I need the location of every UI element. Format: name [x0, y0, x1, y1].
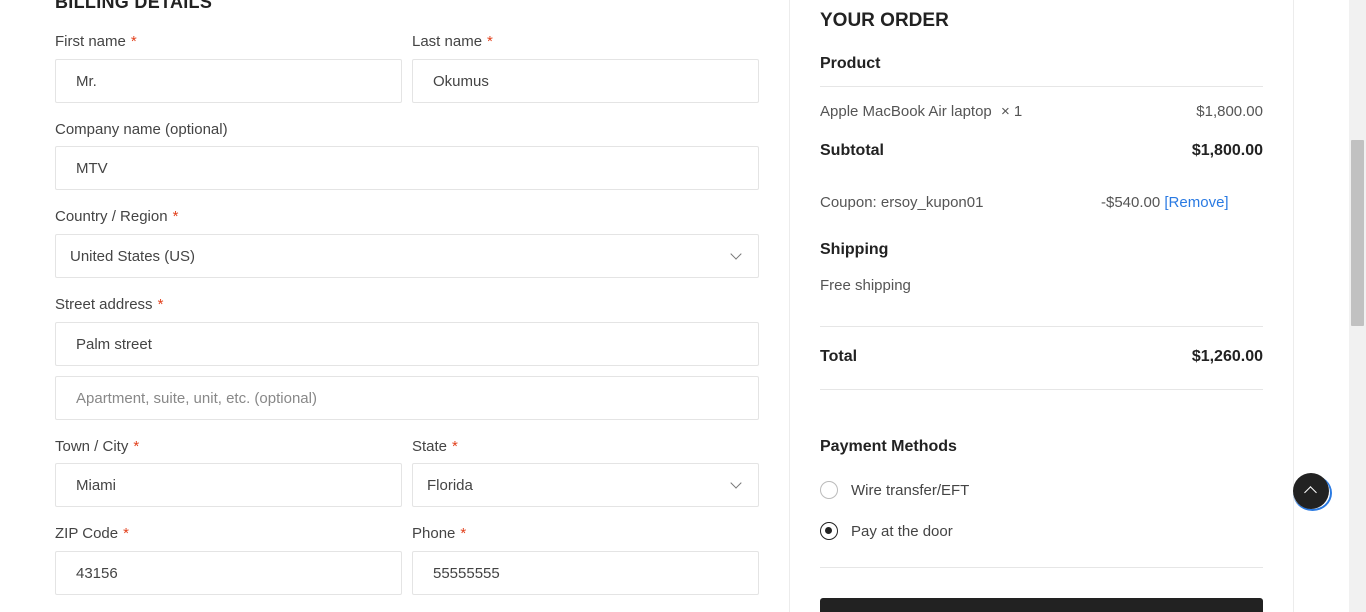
street-address-label: Street address *	[55, 296, 163, 313]
order-item-qty: × 1	[1000, 103, 1023, 120]
state-select-value: Florida	[427, 476, 473, 494]
company-name-input[interactable]	[55, 146, 759, 190]
zip-label-text: ZIP Code	[55, 525, 119, 542]
order-item: Apple MacBook Air laptop × 1	[820, 103, 1022, 120]
payment-option-label: Wire transfer/EFT	[851, 481, 970, 499]
city-label-text: Town / City	[55, 438, 129, 455]
country-label: Country / Region *	[55, 208, 178, 225]
scrollbar-thumb[interactable]	[1351, 140, 1364, 326]
shipping-value: Free shipping	[820, 277, 911, 294]
coupon-label: Coupon: ersoy_kupon01	[820, 194, 984, 211]
chevron-down-icon	[730, 476, 742, 489]
company-name-label: Company name (optional)	[55, 121, 228, 138]
divider	[820, 567, 1263, 568]
state-label-text: State	[412, 438, 448, 455]
back-to-top-button[interactable]	[1293, 473, 1329, 509]
last-name-label-text: Last name	[412, 33, 483, 50]
coupon-discount: -$540.00	[1101, 194, 1161, 211]
required-mark: *	[460, 525, 467, 542]
order-item-price: $1,800.00	[1196, 103, 1263, 120]
payment-methods-title: Payment Methods	[820, 438, 957, 455]
divider	[820, 326, 1263, 327]
radio-checked[interactable]	[820, 522, 838, 540]
required-mark: *	[487, 33, 493, 50]
city-input[interactable]	[55, 463, 402, 507]
last-name-input[interactable]	[412, 59, 759, 103]
phone-input[interactable]	[412, 551, 759, 595]
coupon-row-value: -$540.00 [Remove]	[1101, 194, 1229, 211]
required-mark: *	[157, 296, 164, 313]
first-name-input[interactable]	[55, 59, 402, 103]
zip-label: ZIP Code *	[55, 525, 129, 542]
subtotal-value: $1,800.00	[1191, 142, 1263, 159]
last-name-label: Last name *	[412, 33, 493, 50]
required-mark: *	[172, 208, 179, 225]
radio-unchecked[interactable]	[820, 481, 838, 499]
street-address-input[interactable]	[55, 322, 759, 366]
state-select[interactable]: Florida	[412, 463, 759, 507]
product-header: Product	[820, 55, 881, 72]
country-select-value: United States (US)	[70, 247, 196, 265]
divider	[820, 389, 1263, 390]
payment-option-pay-at-door[interactable]: Pay at the door	[820, 522, 953, 540]
shipping-label: Shipping	[820, 241, 889, 258]
first-name-label-text: First name	[55, 33, 126, 50]
remove-coupon-link[interactable]: [Remove]	[1164, 194, 1228, 211]
order-item-name: Apple MacBook Air laptop	[820, 103, 992, 120]
required-mark: *	[130, 33, 137, 50]
order-summary-panel	[789, 0, 1294, 612]
country-label-text: Country / Region	[55, 208, 168, 225]
phone-label-text: Phone	[412, 525, 456, 542]
divider	[820, 86, 1263, 87]
required-mark: *	[123, 525, 129, 542]
chevron-down-icon	[730, 247, 742, 260]
city-label: Town / City *	[55, 438, 139, 455]
state-label: State *	[412, 438, 458, 455]
payment-option-label: Pay at the door	[851, 522, 953, 540]
first-name-label: First name *	[55, 33, 137, 50]
subtotal-label: Subtotal	[820, 142, 884, 159]
total-value: $1,260.00	[1191, 348, 1263, 365]
apartment-input[interactable]	[55, 376, 759, 420]
payment-option-wire-transfer[interactable]: Wire transfer/EFT	[820, 481, 969, 499]
required-mark: *	[133, 438, 140, 455]
required-mark: *	[452, 438, 458, 455]
your-order-title: YOUR ORDER	[820, 10, 949, 31]
phone-label: Phone *	[412, 525, 466, 542]
country-select[interactable]: United States (US)	[55, 234, 759, 278]
place-order-button[interactable]	[820, 598, 1263, 612]
street-address-label-text: Street address	[55, 296, 153, 313]
zip-input[interactable]	[55, 551, 402, 595]
total-label: Total	[820, 348, 858, 365]
billing-details-title: BILLING DETAILS	[55, 0, 213, 12]
chevron-up-icon	[1304, 486, 1317, 499]
